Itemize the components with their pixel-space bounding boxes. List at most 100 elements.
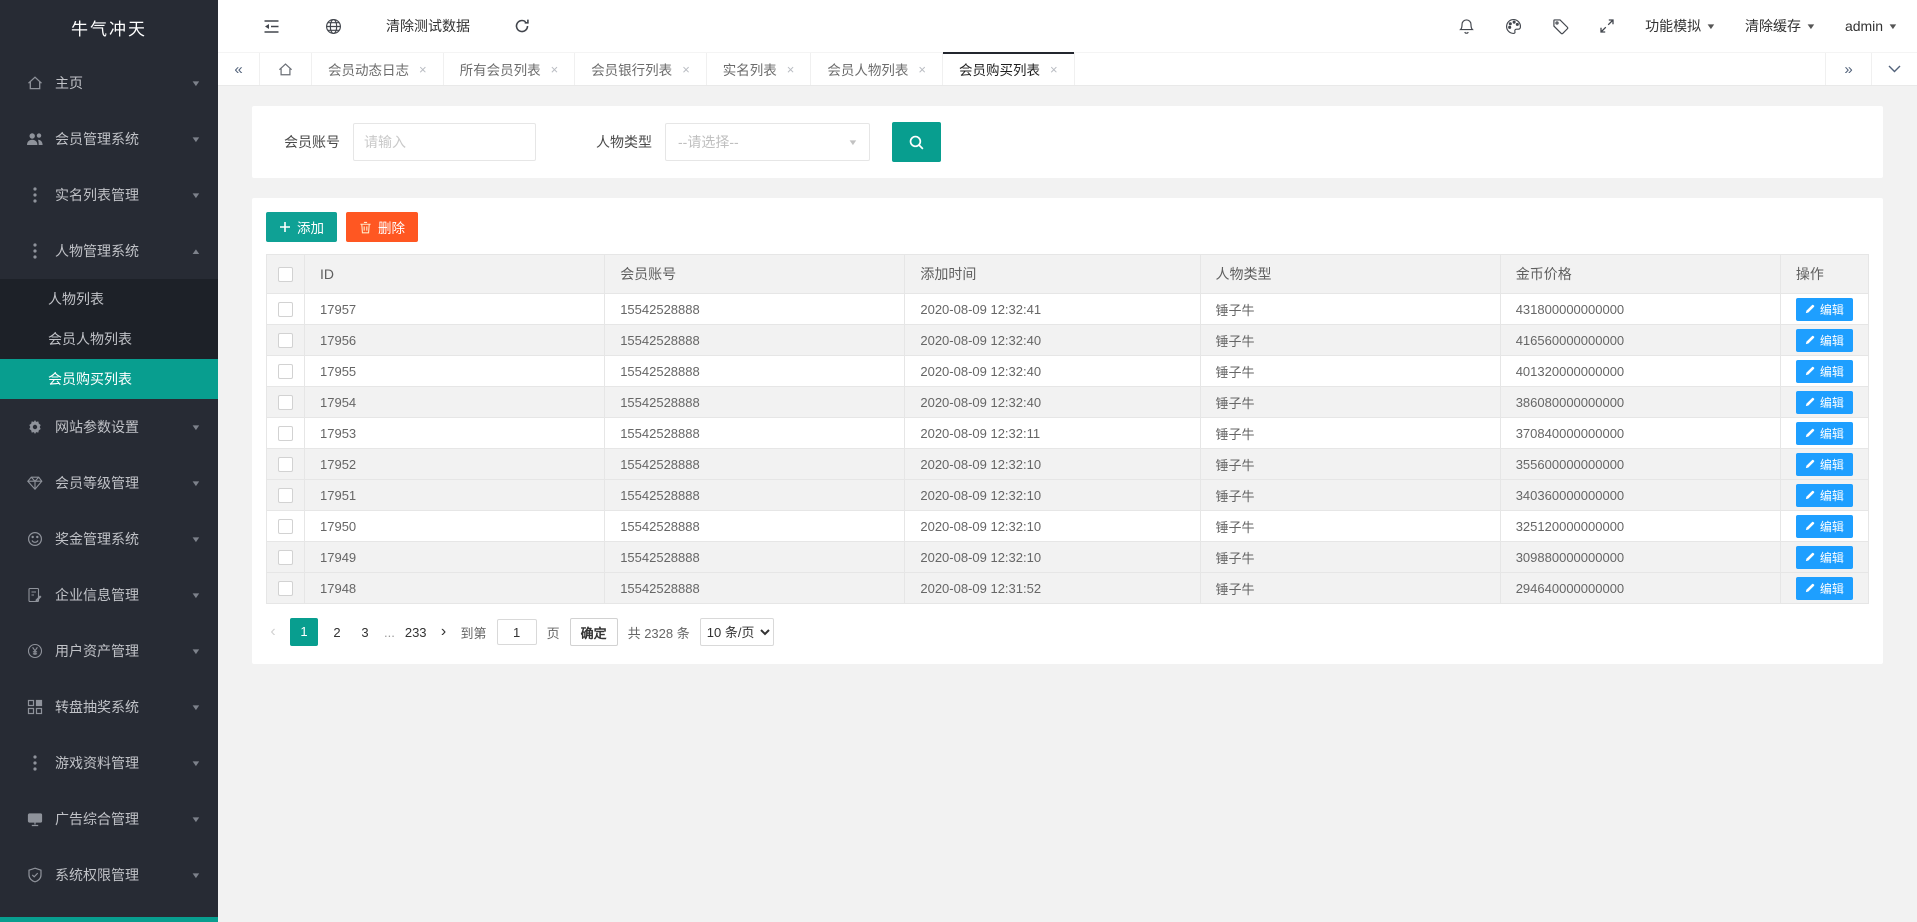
chevron-down-icon: ▼	[190, 479, 201, 488]
close-icon[interactable]: ×	[419, 62, 427, 77]
select-all-checkbox[interactable]	[278, 267, 293, 282]
edit-button[interactable]: 编辑	[1796, 360, 1853, 383]
globe-icon[interactable]	[325, 18, 342, 35]
goto-confirm-button[interactable]: 确定	[570, 618, 618, 646]
next-page-button[interactable]: ›	[437, 623, 451, 641]
dots-vertical-icon	[26, 186, 44, 204]
sidebar-item-realname-mgmt[interactable]: 实名列表管理 ▼	[0, 167, 218, 223]
row-checkbox[interactable]	[278, 395, 293, 410]
edit-button[interactable]: 编辑	[1796, 577, 1853, 600]
row-checkbox[interactable]	[278, 550, 293, 565]
home-icon	[278, 62, 293, 77]
sidebar-item-user-assets[interactable]: 用户资产管理 ▼	[0, 623, 218, 679]
bell-icon[interactable]	[1458, 18, 1475, 35]
chevron-down-icon: ▼	[847, 138, 858, 147]
sidebar-subitem-person-list[interactable]: 人物列表	[0, 279, 218, 319]
person-type-label: 人物类型	[596, 132, 652, 152]
sidebar-item-member-level[interactable]: 会员等级管理 ▼	[0, 455, 218, 511]
tab-member-purchases[interactable]: 会员购买列表×	[943, 53, 1075, 85]
home-tab-button[interactable]	[260, 53, 312, 85]
page-button-3[interactable]: 3	[356, 625, 374, 640]
add-button[interactable]: 添加	[266, 212, 337, 242]
tabs-menu-button[interactable]	[1871, 53, 1917, 85]
page-button-2[interactable]: 2	[328, 625, 346, 640]
collapse-sidebar-icon[interactable]	[262, 19, 281, 34]
prev-page-button[interactable]: ‹	[266, 623, 280, 641]
function-sim-menu[interactable]: 功能模拟 ▼	[1645, 16, 1715, 36]
sidebar-item-ad-mgmt[interactable]: 广告综合管理 ▼	[0, 791, 218, 847]
row-checkbox[interactable]	[278, 302, 293, 317]
pencil-icon	[1805, 583, 1815, 593]
chevron-down-icon: ▼	[1805, 22, 1816, 31]
edit-button[interactable]: 编辑	[1796, 422, 1853, 445]
row-checkbox[interactable]	[278, 333, 293, 348]
chevron-down-icon: ▼	[190, 647, 201, 656]
tab-member-persons[interactable]: 会员人物列表×	[811, 53, 943, 85]
edit-button[interactable]: 编辑	[1796, 453, 1853, 476]
pencil-icon	[1805, 366, 1815, 376]
edit-button[interactable]: 编辑	[1796, 298, 1853, 321]
table-row: 17951 15542528888 2020-08-09 12:32:10 锤子…	[267, 480, 1869, 511]
close-icon[interactable]: ×	[787, 62, 795, 77]
close-icon[interactable]: ×	[551, 62, 559, 77]
sidebar-subitem-member-purchase-list[interactable]: 会员购买列表	[0, 359, 218, 399]
search-panel: 会员账号 人物类型 --请选择-- ▼	[252, 106, 1883, 178]
person-type-select[interactable]: --请选择-- ▼	[665, 123, 870, 161]
search-button[interactable]	[892, 122, 941, 162]
edit-button[interactable]: 编辑	[1796, 391, 1853, 414]
row-checkbox[interactable]	[278, 426, 293, 441]
chevron-down-icon: ▼	[1887, 22, 1898, 31]
search-icon	[908, 134, 925, 151]
sidebar-item-wheel-lottery[interactable]: 转盘抽奖系统 ▼	[0, 679, 218, 735]
page-button-last[interactable]: 233	[405, 625, 427, 640]
tab-realname-list[interactable]: 实名列表×	[707, 53, 812, 85]
col-header-action: 操作	[1780, 255, 1868, 294]
sidebar-item-company-info[interactable]: 企业信息管理 ▼	[0, 567, 218, 623]
row-checkbox[interactable]	[278, 519, 293, 534]
yen-circle-icon	[26, 642, 44, 660]
edit-button[interactable]: 编辑	[1796, 329, 1853, 352]
tab-all-members[interactable]: 所有会员列表×	[444, 53, 576, 85]
row-checkbox[interactable]	[278, 581, 293, 596]
account-input[interactable]	[353, 123, 536, 161]
edit-button[interactable]: 编辑	[1796, 484, 1853, 507]
chevron-down-icon: ▼	[190, 191, 201, 200]
row-checkbox[interactable]	[278, 364, 293, 379]
clear-cache-menu[interactable]: 清除缓存 ▼	[1745, 16, 1815, 36]
tabs-scroll-right-button[interactable]: »	[1825, 53, 1871, 85]
sidebar-item-game-data[interactable]: 游戏资料管理 ▼	[0, 735, 218, 791]
per-page-select[interactable]: 10 条/页	[700, 618, 774, 646]
pagination: ‹ 1 2 3 ... 233 › 到第 页 确定 共 2328 条 10 条/…	[266, 618, 1869, 646]
tab-member-activity-log[interactable]: 会员动态日志×	[312, 53, 444, 85]
edit-button[interactable]: 编辑	[1796, 515, 1853, 538]
tag-icon[interactable]	[1552, 18, 1569, 35]
billboard-icon	[26, 810, 44, 828]
sidebar-item-member-mgmt[interactable]: 会员管理系统 ▼	[0, 111, 218, 167]
tab-member-banks[interactable]: 会员银行列表×	[575, 53, 707, 85]
row-checkbox[interactable]	[278, 457, 293, 472]
grid-icon	[26, 698, 44, 716]
sidebar-item-person-mgmt[interactable]: 人物管理系统 ▲	[0, 223, 218, 279]
clear-test-data-button[interactable]: 清除测试数据	[386, 16, 470, 36]
close-icon[interactable]: ×	[682, 62, 690, 77]
pencil-icon	[1805, 304, 1815, 314]
page-button-1[interactable]: 1	[290, 618, 318, 646]
close-icon[interactable]: ×	[918, 62, 926, 77]
close-icon[interactable]: ×	[1050, 62, 1058, 77]
sidebar-item-home[interactable]: 主页 ▼	[0, 55, 218, 111]
user-menu[interactable]: admin ▼	[1845, 18, 1897, 34]
palette-icon[interactable]	[1505, 18, 1522, 35]
sidebar-item-system-permissions[interactable]: 系统权限管理 ▼	[0, 847, 218, 903]
goto-page-input[interactable]	[497, 619, 537, 645]
smile-icon	[26, 530, 44, 548]
sidebar-item-site-params[interactable]: 网站参数设置 ▼	[0, 399, 218, 455]
sidebar-subitem-member-person-list[interactable]: 会员人物列表	[0, 319, 218, 359]
refresh-icon[interactable]	[514, 18, 530, 34]
sidebar-item-bonus-mgmt[interactable]: 奖金管理系统 ▼	[0, 511, 218, 567]
row-checkbox[interactable]	[278, 488, 293, 503]
edit-button[interactable]: 编辑	[1796, 546, 1853, 569]
tabs-scroll-left-button[interactable]: «	[218, 53, 260, 85]
delete-button[interactable]: 删除	[346, 212, 418, 242]
chevron-down-icon: ▼	[190, 535, 201, 544]
fullscreen-icon[interactable]	[1599, 18, 1615, 34]
